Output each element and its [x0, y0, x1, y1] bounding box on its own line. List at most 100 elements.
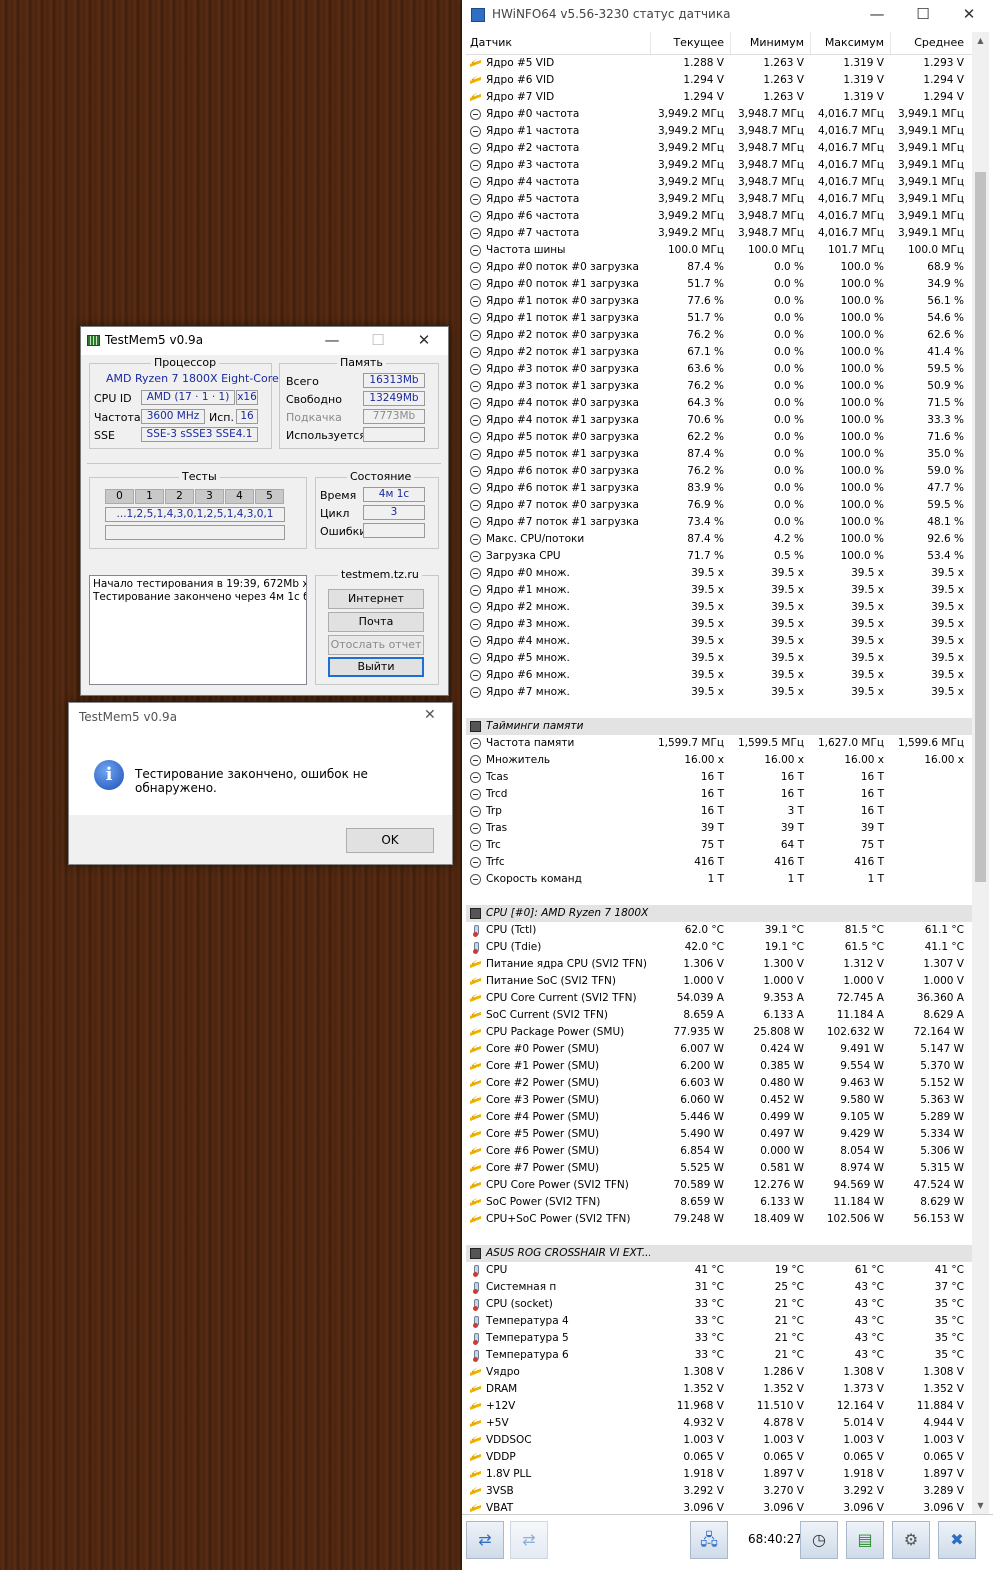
internet-button[interactable]: Интернет: [328, 589, 424, 609]
sensor-row[interactable]: Множитель 16.00 x 16.00 x 16.00 x 16.00 x: [466, 752, 972, 769]
sensor-row[interactable]: CPU+SoC Power (SVI2 TFN) 79.248 W 18.409 W…: [466, 1211, 972, 1228]
sensor-row[interactable]: Ядро #6 множ. 39.5 x 39.5 x 39.5 x 39.5 x: [466, 667, 972, 684]
sensor-row[interactable]: Ядро #3 частота 3,949.2 МГц 3,948.7 МГц 4,0…: [466, 157, 972, 174]
test-tab[interactable]: 2: [165, 489, 194, 504]
sensor-row[interactable]: Ядро #2 поток #1 загрузка 67.1 % 0.0 % 100.…: [466, 344, 972, 361]
sensor-row[interactable]: Ядро #0 поток #1 загрузка 51.7 % 0.0 % 100.…: [466, 276, 972, 293]
test-tab[interactable]: 3: [195, 489, 224, 504]
sensor-row[interactable]: Core #7 Power (SMU) 5.525 W 0.581 W 8.974 W…: [466, 1160, 972, 1177]
sensor-row[interactable]: CPU (Tdie) 42.0 °C 19.1 °C 61.5 °C 41.1 °C: [466, 939, 972, 956]
clock-icon[interactable]: ◷: [800, 1521, 838, 1559]
sensor-group-row[interactable]: ASUS ROG CROSSHAIR VI EXT...: [466, 1245, 972, 1262]
minimize-button[interactable]: —: [854, 0, 900, 30]
sensor-row[interactable]: Температура 6 33 °C 21 °C 43 °C 35 °C: [466, 1347, 972, 1364]
nav-arrows-icon[interactable]: ⇄: [466, 1521, 504, 1559]
sensor-row[interactable]: CPU (Tctl) 62.0 °C 39.1 °C 81.5 °C 61.1 °C: [466, 922, 972, 939]
sensor-row[interactable]: Core #1 Power (SMU) 6.200 W 0.385 W 9.554 W…: [466, 1058, 972, 1075]
network-icon[interactable]: 🖧: [690, 1521, 728, 1559]
column-header-sensor[interactable]: Датчик: [466, 32, 650, 54]
settings-gear-icon[interactable]: ⚙: [892, 1521, 930, 1559]
sensor-row[interactable]: Загрузка CPU 71.7 % 0.5 % 100.0 % 53.4 %: [466, 548, 972, 565]
sensor-row[interactable]: Trc 75 T 64 T 75 T: [466, 837, 972, 854]
sensor-row[interactable]: CPU Package Power (SMU) 77.935 W 25.808 W 1…: [466, 1024, 972, 1041]
sensor-row[interactable]: Ядро #6 VID 1.294 V 1.263 V 1.319 V 1.294 V: [466, 72, 972, 89]
sensor-row[interactable]: Ядро #5 поток #1 загрузка 87.4 % 0.0 % 100.…: [466, 446, 972, 463]
sensor-row[interactable]: Ядро #6 поток #1 загрузка 83.9 % 0.0 % 100.…: [466, 480, 972, 497]
sensor-row[interactable]: 1.8V PLL 1.918 V 1.897 V 1.918 V 1.897 V: [466, 1466, 972, 1483]
sensor-row[interactable]: Tcas 16 T 16 T 16 T: [466, 769, 972, 786]
column-header-max[interactable]: Максимум: [810, 32, 890, 54]
scroll-up-icon[interactable]: ▲: [972, 32, 989, 49]
sensor-row[interactable]: Trp 16 T 3 T 16 T: [466, 803, 972, 820]
column-header-avg[interactable]: Среднее: [890, 32, 970, 54]
sensor-row[interactable]: +5V 4.932 V 4.878 V 5.014 V 4.944 V: [466, 1415, 972, 1432]
nav-arrows-disabled-icon[interactable]: ⇄: [510, 1521, 548, 1559]
sensor-row[interactable]: Core #2 Power (SMU) 6.603 W 0.480 W 9.463 W…: [466, 1075, 972, 1092]
sensor-row[interactable]: Ядро #2 частота 3,949.2 МГц 3,948.7 МГц 4,0…: [466, 140, 972, 157]
sensor-row[interactable]: Частота шины 100.0 МГц 100.0 МГц 101.7 МГц 1…: [466, 242, 972, 259]
sensor-row[interactable]: Ядро #4 частота 3,949.2 МГц 3,948.7 МГц 4,0…: [466, 174, 972, 191]
send-report-button[interactable]: Отослать отчет: [328, 635, 424, 655]
column-header-min[interactable]: Минимум: [730, 32, 810, 54]
sensor-group-row[interactable]: CPU [#0]: AMD Ryzen 7 1800X: [466, 905, 972, 922]
ok-button[interactable]: OK: [346, 828, 434, 853]
sensor-row[interactable]: Trcd 16 T 16 T 16 T: [466, 786, 972, 803]
sensor-row[interactable]: Ядро #1 частота 3,949.2 МГц 3,948.7 МГц 4,0…: [466, 123, 972, 140]
sensor-row[interactable]: Питание ядра CPU (SVI2 TFN) 1.306 V 1.300 …: [466, 956, 972, 973]
sensor-row[interactable]: Core #5 Power (SMU) 5.490 W 0.497 W 9.429 W…: [466, 1126, 972, 1143]
message-box-close-button[interactable]: ✕: [424, 707, 436, 723]
sensor-row[interactable]: Ядро #4 поток #1 загрузка 70.6 % 0.0 % 100.…: [466, 412, 972, 429]
sensor-group-row[interactable]: Тайминги памяти: [466, 718, 972, 735]
test-tab[interactable]: 0: [105, 489, 134, 504]
sensor-row[interactable]: CPU (socket) 33 °C 21 °C 43 °C 35 °C: [466, 1296, 972, 1313]
test-tab[interactable]: 1: [135, 489, 164, 504]
sensor-row[interactable]: Ядро #0 множ. 39.5 x 39.5 x 39.5 x 39.5 x: [466, 565, 972, 582]
test-log[interactable]: Начало тестирования в 19:39, 672Mb x16 Т…: [89, 575, 307, 685]
sensor-row[interactable]: Температура 4 33 °C 21 °C 43 °C 35 °C: [466, 1313, 972, 1330]
sensor-row[interactable]: VDDP 0.065 V 0.065 V 0.065 V 0.065 V: [466, 1449, 972, 1466]
sensor-row[interactable]: Ядро #7 VID 1.294 V 1.263 V 1.319 V 1.294 V: [466, 89, 972, 106]
sensor-row[interactable]: Ядро #1 поток #0 загрузка 77.6 % 0.0 % 100.…: [466, 293, 972, 310]
test-tab[interactable]: 5: [255, 489, 284, 504]
close-x-icon[interactable]: ✖: [938, 1521, 976, 1559]
sensor-row[interactable]: Tras 39 T 39 T 39 T: [466, 820, 972, 837]
sensor-row[interactable]: DRAM 1.352 V 1.352 V 1.373 V 1.352 V: [466, 1381, 972, 1398]
sensor-row[interactable]: Ядро #4 поток #0 загрузка 64.3 % 0.0 % 100.…: [466, 395, 972, 412]
sensor-row[interactable]: Ядро #0 поток #0 загрузка 87.4 % 0.0 % 100.…: [466, 259, 972, 276]
sensor-row[interactable]: Температура 5 33 °C 21 °C 43 °C 35 °C: [466, 1330, 972, 1347]
sensor-row[interactable]: CPU Core Power (SVI2 TFN) 70.589 W 12.276 …: [466, 1177, 972, 1194]
sensor-row[interactable]: SoC Current (SVI2 TFN) 8.659 A 6.133 A 11.1…: [466, 1007, 972, 1024]
sensor-row[interactable]: Core #0 Power (SMU) 6.007 W 0.424 W 9.491 W…: [466, 1041, 972, 1058]
sensor-row[interactable]: Ядро #7 частота 3,949.2 МГц 3,948.7 МГц 4,0…: [466, 225, 972, 242]
sensor-row[interactable]: Скорость команд 1 T 1 T 1 T: [466, 871, 972, 888]
sensor-row[interactable]: [466, 888, 972, 905]
sensor-row[interactable]: Ядро #3 множ. 39.5 x 39.5 x 39.5 x 39.5 x: [466, 616, 972, 633]
scrollbar-thumb[interactable]: [975, 172, 986, 882]
sensor-row[interactable]: Ядро #7 множ. 39.5 x 39.5 x 39.5 x 39.5 x: [466, 684, 972, 701]
sensor-row[interactable]: VBAT 3.096 V 3.096 V 3.096 V 3.096 V: [466, 1500, 972, 1513]
sensor-row[interactable]: CPU 41 °C 19 °C 61 °C 41 °C: [466, 1262, 972, 1279]
sensor-row[interactable]: Core #3 Power (SMU) 6.060 W 0.452 W 9.580 W…: [466, 1092, 972, 1109]
sensor-row[interactable]: Ядро #1 множ. 39.5 x 39.5 x 39.5 x 39.5 x: [466, 582, 972, 599]
close-button[interactable]: ✕: [946, 0, 992, 30]
sensor-row[interactable]: [466, 701, 972, 718]
minimize-button[interactable]: —: [309, 326, 355, 354]
sensor-row[interactable]: Макс. CPU/потоки 87.4 % 4.2 % 100.0 % 92.6 %: [466, 531, 972, 548]
add-report-icon[interactable]: ▤: [846, 1521, 884, 1559]
sensor-row[interactable]: Питание SoC (SVI2 TFN) 1.000 V 1.000 V 1.00…: [466, 973, 972, 990]
column-header-current[interactable]: Текущее: [650, 32, 730, 54]
vertical-scrollbar[interactable]: ▲ ▼: [972, 32, 989, 1514]
sensor-row[interactable]: Ядро #3 поток #0 загрузка 63.6 % 0.0 % 100.…: [466, 361, 972, 378]
sensor-row[interactable]: CPU Core Current (SVI2 TFN) 54.039 A 9.353…: [466, 990, 972, 1007]
close-button[interactable]: ✕: [401, 326, 447, 354]
sensor-row[interactable]: Ядро #7 поток #0 загрузка 76.9 % 0.0 % 100.…: [466, 497, 972, 514]
scroll-down-icon[interactable]: ▼: [972, 1497, 989, 1514]
sensor-row[interactable]: Ядро #3 поток #1 загрузка 76.2 % 0.0 % 100.…: [466, 378, 972, 395]
sensor-row[interactable]: Core #4 Power (SMU) 5.446 W 0.499 W 9.105 W…: [466, 1109, 972, 1126]
sensor-row[interactable]: Trfc 416 T 416 T 416 T: [466, 854, 972, 871]
sensor-row[interactable]: Core #6 Power (SMU) 6.854 W 0.000 W 8.054 W…: [466, 1143, 972, 1160]
sensor-row[interactable]: Частота памяти 1,599.7 МГц 1,599.5 МГц 1,62…: [466, 735, 972, 752]
test-tab[interactable]: 4: [225, 489, 254, 504]
mail-button[interactable]: Почта: [328, 612, 424, 632]
exit-button[interactable]: Выйти: [328, 657, 424, 677]
